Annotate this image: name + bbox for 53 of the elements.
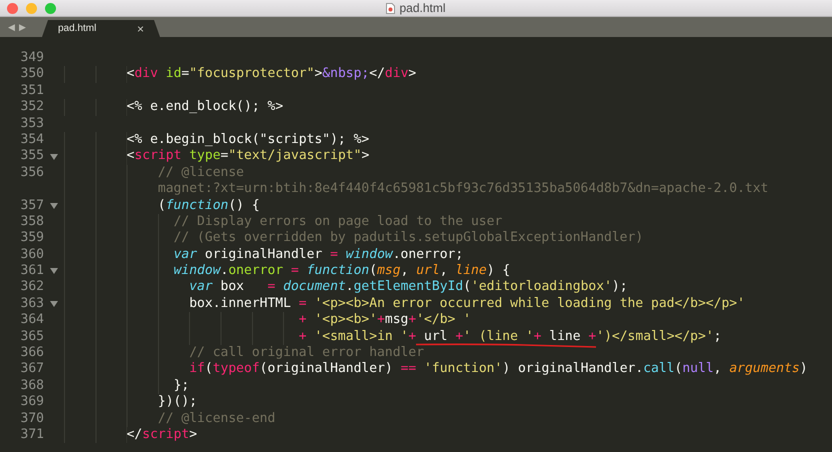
line-number: 360 — [20, 246, 44, 264]
line-number: 354 — [20, 132, 44, 148]
line-number: 371 — [20, 426, 44, 444]
line-number: 368 — [20, 378, 44, 394]
code-line: (function() { — [158, 198, 260, 214]
line-number: 370 — [20, 410, 44, 427]
code-line: var box = document.getElementById('editorloadingbox'); — [189, 279, 628, 296]
code-line: // @license-end — [158, 410, 276, 427]
fold-triangle-icon[interactable] — [50, 154, 58, 160]
line-number: 365 — [20, 328, 44, 346]
line-number: 364 — [20, 312, 44, 329]
code-line: + '<p><b>'+msg+'</b> ' — [298, 312, 472, 329]
code-line: <% e.end_block(); %> — [126, 99, 284, 116]
code-line: + '<small>in '+ url +' (line '+ line +')</small></p>'; — [298, 328, 722, 346]
window-title: pad.html — [399, 0, 446, 16]
code-line: <script type="text/javascript"> — [126, 148, 370, 165]
code-line: // @license — [158, 164, 244, 182]
line-number: 350 — [20, 66, 44, 83]
line-number: 351 — [20, 82, 44, 100]
line-number: 355 — [20, 148, 44, 165]
code-line: if(typeof(originalHandler) == 'function') originalHandler.call(null, arguments) — [189, 361, 808, 378]
tab-label: pad.html — [58, 22, 96, 36]
line-number: 358 — [20, 214, 44, 230]
fold-triangle-icon[interactable] — [50, 301, 58, 308]
code-line: magnet:?xt=urn:btih:8e4f440f4c65981c5bf93c76d35135ba5064d8b7&dn=apache-2.0.txt — [158, 181, 768, 198]
code-line: // (Gets overridden by padutils.setupGlobalExceptionHandler) — [174, 230, 644, 247]
code-line: window.onerror = function(msg, url, line) { — [174, 263, 510, 280]
code-line: // call original error handler — [189, 345, 424, 362]
code-line: })(); — [158, 394, 198, 411]
line-number: 356 — [20, 164, 44, 182]
fold-triangle-icon[interactable] — [50, 268, 58, 274]
editor-tab[interactable]: pad.html × — [42, 20, 160, 37]
code-line: <% e.begin_block("scripts"); %> — [126, 132, 370, 148]
tab-close-button[interactable]: × — [136, 20, 144, 38]
fold-triangle-icon[interactable] — [50, 202, 58, 209]
file-icon — [386, 2, 396, 14]
line-number: 366 — [20, 345, 44, 362]
line-number: 362 — [20, 279, 44, 296]
line-number: 359 — [20, 230, 44, 247]
line-number: 363 — [20, 296, 44, 312]
code-line: </script> — [126, 426, 198, 444]
code-line: }; — [174, 378, 190, 394]
line-number: 349 — [20, 50, 44, 66]
code-line: box.innerHTML = '<p><b>An error occurred while loading the pad</b></p>' — [189, 296, 745, 312]
code-line: var originalHandler = window.onerror; — [174, 246, 464, 264]
line-number: 361 — [20, 263, 44, 280]
line-number: 357 — [20, 198, 44, 214]
code-line: <div id="focusprotector">&nbsp;</div> — [126, 66, 416, 83]
line-number: 352 — [20, 99, 44, 116]
line-number: 353 — [20, 116, 44, 132]
line-number: 367 — [20, 361, 44, 378]
code-line: // Display errors on page load to the user — [174, 214, 502, 230]
line-number: 369 — [20, 394, 44, 411]
